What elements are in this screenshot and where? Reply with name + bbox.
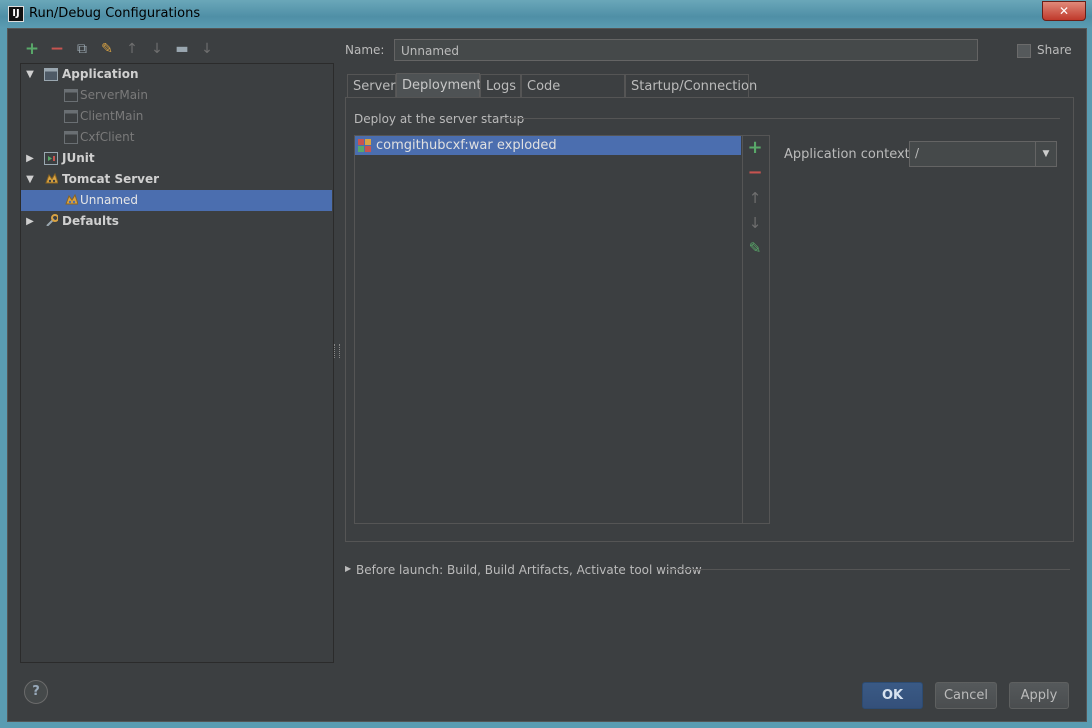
artifact-list[interactable] [354, 135, 744, 524]
copy-icon[interactable]: ⧉ [73, 40, 91, 58]
name-field[interactable]: Unnamed [394, 39, 978, 61]
apply-button[interactable]: Apply [1009, 682, 1069, 709]
application-config-icon [64, 110, 78, 123]
window-frame-left [0, 28, 7, 728]
share-checkbox[interactable] [1017, 44, 1031, 58]
list-item[interactable]: comgithubcxf:war exploded [355, 136, 741, 155]
sort-icon[interactable]: ↓ [198, 40, 216, 58]
tree-item-label: Defaults [62, 214, 119, 228]
tab-deployment[interactable]: Deployment [396, 73, 482, 98]
move-up-icon[interactable]: ↑ [746, 189, 764, 207]
move-down-icon[interactable]: ↓ [746, 214, 764, 232]
application-config-icon [64, 89, 78, 102]
tree-item-clientmain[interactable]: ClientMain [22, 106, 322, 127]
folder-icon[interactable]: ▬ [173, 40, 191, 58]
edit-icon[interactable]: ✎ [746, 239, 764, 257]
close-window-button[interactable]: ✕ [1042, 1, 1086, 21]
help-button[interactable]: ? [24, 680, 48, 704]
remove-icon[interactable]: − [746, 164, 764, 182]
cancel-button[interactable]: Cancel [935, 682, 997, 709]
before-launch-divider [666, 569, 1070, 570]
tree-item-unnamed[interactable]: Unnamed [22, 190, 322, 211]
splitter-handle[interactable] [334, 344, 340, 358]
application-context-combo[interactable]: / ▼ [909, 141, 1057, 167]
deploy-group-title: Deploy at the server startup [354, 112, 525, 126]
tree-item-junit[interactable]: ▶ JUnit [22, 148, 322, 169]
add-icon[interactable]: + [23, 40, 41, 58]
move-down-icon[interactable]: ↓ [148, 40, 166, 58]
edit-defaults-icon[interactable]: ✎ [98, 40, 116, 58]
tree-item-servermain[interactable]: ServerMain [22, 85, 322, 106]
tree-item-label: Tomcat Server [62, 172, 160, 186]
tab-logs[interactable]: Logs [480, 74, 521, 97]
window-title: Run/Debug Configurations [29, 6, 201, 21]
intellij-icon: IJ [8, 6, 24, 22]
artifact-label: comgithubcxf:war exploded [376, 138, 557, 153]
tree-item-application[interactable]: ▼ Application [22, 64, 322, 85]
defaults-icon [46, 214, 58, 226]
name-label: Name: [345, 43, 385, 57]
application-context-value: / [915, 146, 920, 160]
application-icon [44, 68, 58, 81]
artifact-icon [358, 139, 371, 152]
share-label[interactable]: Share [1037, 43, 1072, 57]
tree-item-label: Application [62, 67, 139, 81]
chevron-down-icon[interactable]: ▼ [1035, 142, 1056, 166]
application-context-label: Application context: [784, 147, 915, 162]
tree-item-tomcat-server[interactable]: ▼ Tomcat Server [22, 169, 322, 190]
before-launch-label[interactable]: Before launch: Build, Build Artifacts, A… [356, 563, 702, 577]
tree-item-cxfclient[interactable]: CxfClient [22, 127, 322, 148]
tomcat-icon [45, 172, 58, 184]
remove-icon[interactable]: − [48, 40, 66, 58]
chevron-down-icon[interactable]: ▼ [24, 169, 36, 190]
junit-icon [44, 152, 58, 165]
application-config-icon [64, 131, 78, 144]
tab-code-coverage[interactable]: Code Coverage [521, 74, 625, 117]
group-divider [502, 118, 1060, 119]
ok-button[interactable]: OK [862, 682, 923, 709]
tree-item-label: ClientMain [80, 109, 144, 123]
expand-triangle-icon[interactable]: ▶ [345, 564, 351, 573]
window-titlebar: IJ Run/Debug Configurations ✕ [0, 0, 1092, 29]
tree-item-label: CxfClient [80, 130, 135, 144]
tab-server[interactable]: Server [347, 74, 396, 97]
add-icon[interactable]: + [746, 139, 764, 157]
chevron-right-icon[interactable]: ▶ [24, 211, 36, 232]
tree-item-label: Unnamed [80, 193, 139, 207]
tree-item-label: JUnit [62, 151, 95, 165]
tomcat-icon [65, 193, 78, 205]
chevron-down-icon[interactable]: ▼ [24, 64, 36, 85]
tree-item-defaults[interactable]: ▶ Defaults [22, 211, 322, 232]
tab-startup-connection[interactable]: Startup/Connection [625, 74, 757, 97]
move-up-icon[interactable]: ↑ [123, 40, 141, 58]
chevron-right-icon[interactable]: ▶ [24, 148, 36, 169]
tree-item-label: ServerMain [80, 88, 148, 102]
